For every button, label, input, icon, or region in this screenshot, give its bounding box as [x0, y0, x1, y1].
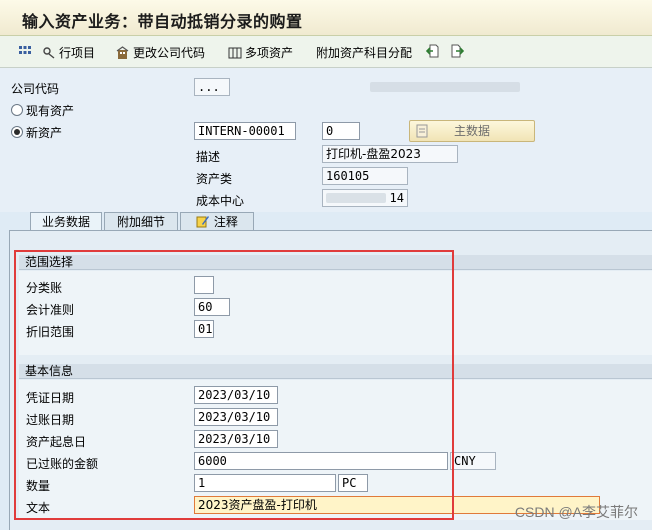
tab-additional-details-label: 附加细节 [116, 215, 165, 229]
line-items-button[interactable]: 行项目 [42, 44, 95, 61]
watermark: CSDN @A李艾菲尔 [514, 504, 638, 520]
window-title: 输入资产业务：带自动抵销分录的购置 [22, 12, 303, 31]
document-export-icon [451, 44, 464, 58]
new-asset-label: 新资产 [26, 126, 63, 140]
document-import-icon [426, 44, 439, 58]
overview-icon [19, 46, 31, 54]
building-icon [116, 45, 129, 59]
export-button[interactable] [450, 44, 464, 58]
multiple-assets-label: 多项资产 [245, 46, 294, 60]
new-asset-radio[interactable] [11, 126, 23, 138]
asset-class-field[interactable]: 160105 [322, 167, 408, 185]
tab-notes-label: 注释 [213, 215, 238, 229]
tab-additional-details[interactable]: 附加细节 [104, 212, 178, 231]
tab-business-data-label: 业务数据 [41, 215, 90, 229]
line-items-label: 行项目 [59, 46, 96, 60]
highlight-box [14, 250, 454, 520]
change-company-code-button[interactable]: 更改公司代码 [116, 44, 205, 61]
master-data-label: 主数据 [453, 124, 490, 138]
redacted-company-name [370, 82, 520, 92]
existing-asset-label: 现有资产 [26, 104, 75, 118]
company-code-label: 公司代码 [11, 82, 60, 96]
asset-subnumber-field[interactable]: 0 [322, 122, 360, 140]
asset-class-label: 资产类 [196, 172, 233, 186]
additional-account-assignment-button[interactable]: 附加资产科目分配 [316, 44, 412, 61]
asset-number-field[interactable]: INTERN-00001 [194, 122, 296, 140]
cost-center-label: 成本中心 [196, 194, 245, 208]
master-data-icon [416, 124, 428, 144]
additional-account-assignment-label: 附加资产科目分配 [316, 46, 413, 60]
description-label: 描述 [196, 150, 221, 164]
title-bar: 输入资产业务：带自动抵销分录的购置 [0, 0, 652, 36]
existing-asset-radio[interactable] [11, 104, 23, 116]
company-code-field[interactable]: ... [194, 78, 230, 96]
tab-business-data[interactable]: 业务数据 [30, 212, 102, 232]
toolbar: 行项目 更改公司代码 多项资产 附加资产科目分配 [0, 36, 652, 68]
line-items-icon [43, 46, 55, 59]
overview-button[interactable] [18, 44, 32, 58]
tab-notes[interactable]: 注释 [180, 212, 254, 231]
grid-icon [228, 47, 242, 58]
description-field[interactable]: 打印机-盘盈2023 [322, 145, 458, 163]
redacted-cost-center [326, 193, 386, 203]
currency-field[interactable]: CNY [450, 452, 496, 470]
master-data-button[interactable]: 主数据 [409, 120, 535, 142]
multiple-assets-button[interactable]: 多项资产 [228, 44, 293, 61]
change-company-code-label: 更改公司代码 [133, 46, 206, 60]
import-button[interactable] [426, 44, 440, 58]
